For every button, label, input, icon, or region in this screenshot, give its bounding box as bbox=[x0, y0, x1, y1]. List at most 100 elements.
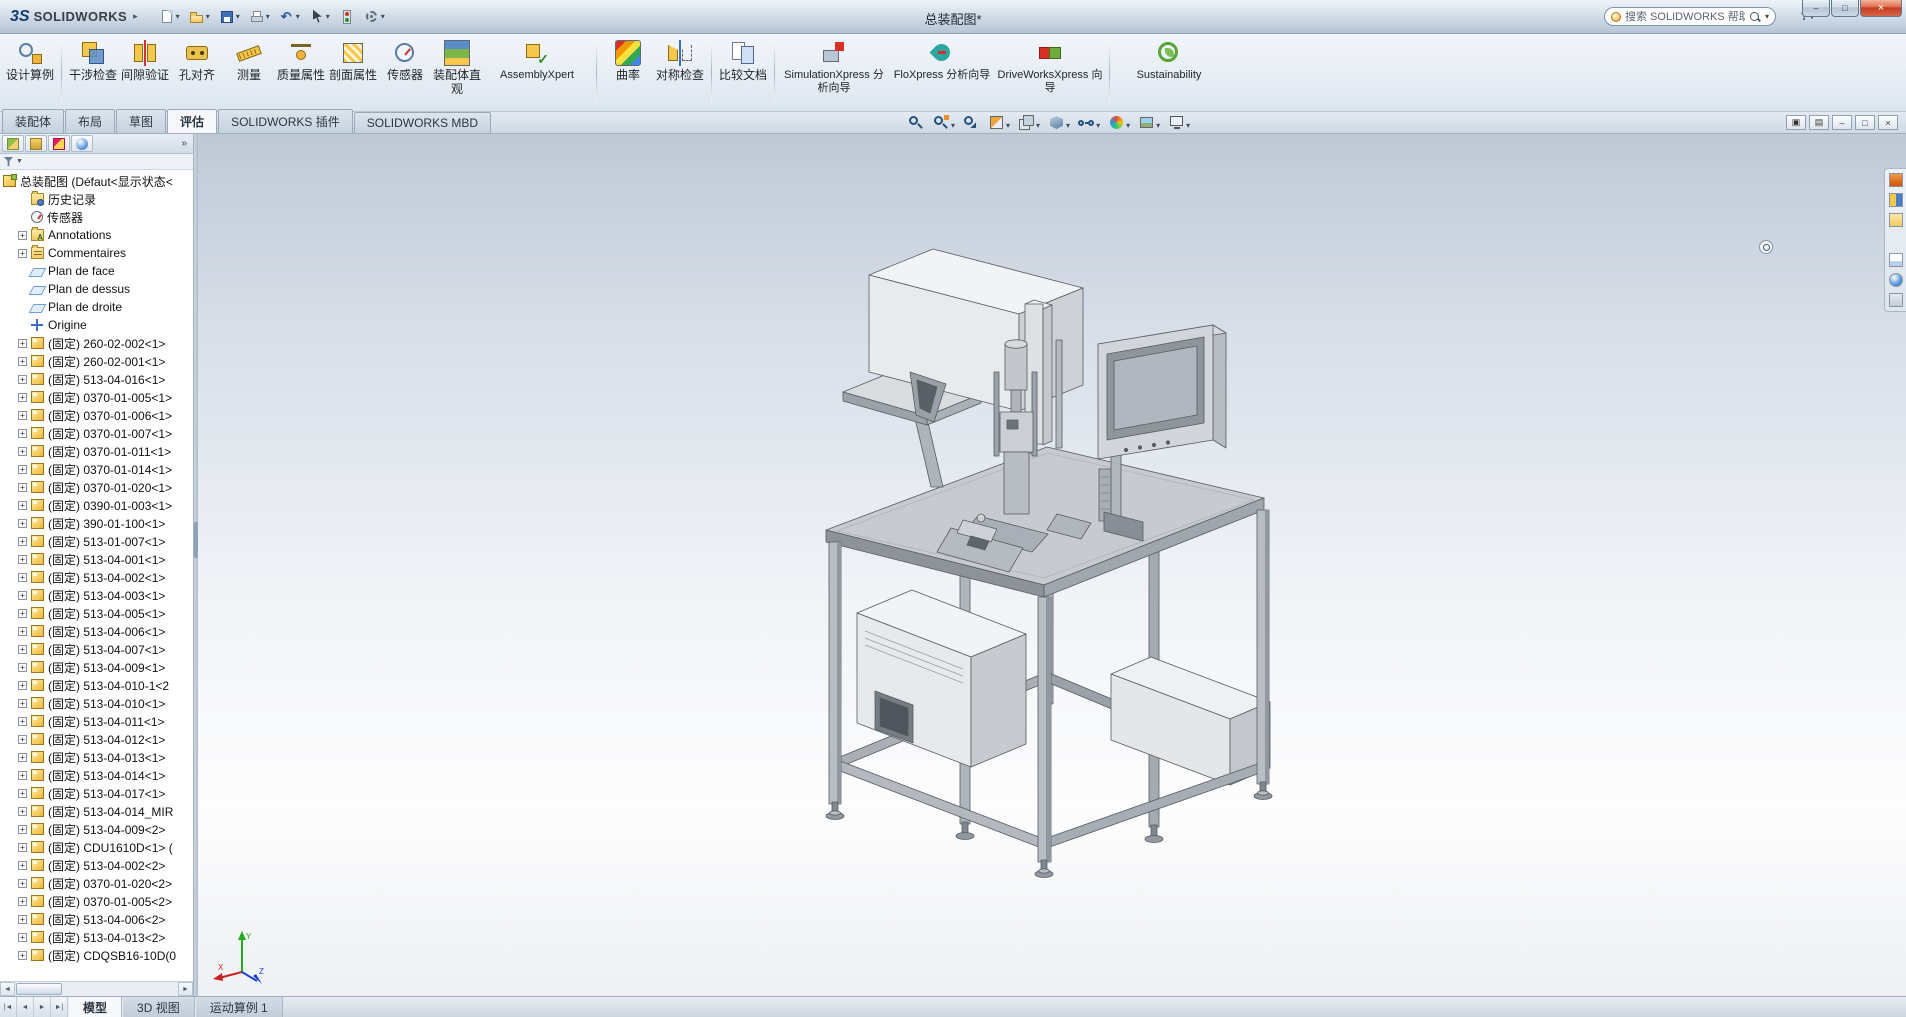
dropdown-caret-icon[interactable]: ▾ bbox=[326, 12, 330, 21]
expand-toggle[interactable]: + bbox=[18, 843, 27, 852]
ribbon-item[interactable] bbox=[596, 42, 597, 103]
feature-tree-item[interactable]: + (固定) 260-02-001<1> bbox=[0, 352, 193, 370]
expand-toggle[interactable]: + bbox=[18, 339, 27, 348]
feature-tree-item[interactable]: + (固定) 513-04-002<1> bbox=[0, 568, 193, 586]
expand-toggle[interactable]: + bbox=[18, 879, 27, 888]
expand-toggle[interactable]: + bbox=[18, 537, 27, 546]
model-tab[interactable]: 模型 bbox=[68, 997, 122, 1017]
feature-tree-item[interactable]: + (固定) 260-02-002<1> bbox=[0, 334, 193, 352]
model-tab[interactable]: 3D 视图 bbox=[122, 997, 195, 1017]
tree-horizontal-scrollbar[interactable]: ◄ ► bbox=[0, 981, 193, 996]
feature-tree-item[interactable]: + (固定) 513-04-012<1> bbox=[0, 730, 193, 748]
ribbon-item[interactable]: 曲率 bbox=[602, 36, 654, 109]
tab-scroll-button[interactable]: ► bbox=[34, 997, 51, 1017]
minimize-button[interactable]: – bbox=[1802, 0, 1830, 17]
tab-scroll-button[interactable]: ►| bbox=[51, 997, 68, 1017]
feature-tree-item[interactable]: + (固定) 513-01-007<1> bbox=[0, 532, 193, 550]
view-tool-button[interactable]: ▾ bbox=[1105, 114, 1133, 131]
expand-toggle[interactable]: + bbox=[18, 789, 27, 798]
document-window-button[interactable]: × bbox=[1878, 115, 1898, 130]
feature-tree-item[interactable]: + (固定) 0370-01-005<2> bbox=[0, 892, 193, 910]
command-tab[interactable]: 草图 bbox=[116, 109, 166, 133]
task-pane-tab[interactable] bbox=[1889, 193, 1903, 207]
feature-tree-item[interactable]: + Annotations bbox=[0, 226, 193, 244]
dropdown-caret-icon[interactable]: ▾ bbox=[951, 121, 955, 130]
ribbon-item[interactable] bbox=[774, 42, 775, 103]
dropdown-caret-icon[interactable]: ▾ bbox=[1006, 121, 1010, 130]
expand-toggle[interactable]: + bbox=[18, 411, 27, 420]
ribbon-item[interactable]: 测量 bbox=[223, 36, 275, 109]
view-tool-button[interactable]: ▾ bbox=[985, 114, 1013, 131]
toolbar-button[interactable]: ▾ bbox=[216, 7, 243, 27]
scroll-right-icon[interactable]: ► bbox=[178, 982, 193, 996]
command-tab[interactable]: SOLIDWORKS MBD bbox=[354, 112, 491, 133]
ribbon-item[interactable]: 干涉检查 bbox=[67, 36, 119, 109]
view-tool-button[interactable]: ▾ bbox=[1045, 114, 1073, 131]
search-box[interactable]: ▾ bbox=[1604, 7, 1776, 26]
panel-overflow-chevron[interactable]: » bbox=[181, 138, 191, 149]
feature-tree-item[interactable]: + (固定) 513-04-017<1> bbox=[0, 784, 193, 802]
dropdown-caret-icon[interactable]: ▾ bbox=[296, 12, 300, 21]
expand-toggle[interactable]: + bbox=[18, 483, 27, 492]
expand-toggle[interactable]: + bbox=[18, 717, 27, 726]
feature-tree-item[interactable]: + (固定) 0370-01-020<1> bbox=[0, 478, 193, 496]
expand-toggle[interactable]: + bbox=[18, 519, 27, 528]
expand-toggle[interactable]: + bbox=[18, 447, 27, 456]
expand-toggle[interactable]: + bbox=[18, 681, 27, 690]
dropdown-caret-icon[interactable]: ▾ bbox=[1186, 121, 1190, 130]
view-tool-button[interactable]: ▾ bbox=[1165, 114, 1193, 131]
toolbar-button[interactable]: ▾ bbox=[156, 7, 183, 27]
view-tool-button[interactable]: ▾ bbox=[1015, 114, 1043, 131]
command-tab[interactable]: 评估 bbox=[167, 109, 217, 133]
expand-toggle[interactable]: + bbox=[18, 249, 27, 258]
search-options-caret-icon[interactable]: ▾ bbox=[1765, 12, 1769, 21]
expand-toggle[interactable]: + bbox=[18, 627, 27, 636]
view-tool-button[interactable]: ▾ bbox=[1135, 114, 1163, 131]
expand-toggle[interactable]: + bbox=[18, 645, 27, 654]
expand-toggle[interactable]: + bbox=[18, 933, 27, 942]
panel-tab[interactable] bbox=[71, 135, 93, 152]
feature-tree-item[interactable]: 传感器 bbox=[0, 208, 193, 226]
feature-tree-item[interactable]: 总装配图 (Défaut<显示状态< bbox=[0, 172, 193, 190]
expand-toggle[interactable]: + bbox=[18, 771, 27, 780]
feature-tree-item[interactable]: Plan de face bbox=[0, 262, 193, 280]
search-input[interactable] bbox=[1625, 11, 1745, 23]
feature-tree-item[interactable]: + (固定) 513-04-009<2> bbox=[0, 820, 193, 838]
command-tab[interactable]: SOLIDWORKS 插件 bbox=[218, 109, 353, 133]
ribbon-item[interactable] bbox=[61, 42, 62, 103]
ribbon-item[interactable]: 质量属性 bbox=[275, 36, 327, 109]
expand-toggle[interactable]: + bbox=[18, 465, 27, 474]
feature-tree-item[interactable]: + (固定) 513-04-014<1> bbox=[0, 766, 193, 784]
panel-tab[interactable] bbox=[2, 135, 24, 152]
toolbar-button[interactable] bbox=[336, 7, 358, 27]
close-button[interactable]: × bbox=[1860, 0, 1902, 17]
dropdown-caret-icon[interactable]: ▾ bbox=[236, 12, 240, 21]
expand-toggle[interactable]: + bbox=[18, 231, 27, 240]
feature-tree-item[interactable]: + (固定) 513-04-016<1> bbox=[0, 370, 193, 388]
feature-tree-item[interactable]: + (固定) CDU1610D<1> ( bbox=[0, 838, 193, 856]
expand-toggle[interactable]: + bbox=[18, 753, 27, 762]
feature-tree-item[interactable]: + Commentaires bbox=[0, 244, 193, 262]
feature-tree-item[interactable]: 历史记录 bbox=[0, 190, 193, 208]
graphics-area[interactable]: X Y Z bbox=[198, 134, 1906, 996]
command-tab[interactable]: 装配体 bbox=[2, 109, 64, 133]
document-window-button[interactable]: – bbox=[1832, 115, 1852, 130]
feature-tree-item[interactable]: + (固定) 0370-01-014<1> bbox=[0, 460, 193, 478]
view-tool-button[interactable]: ▾ bbox=[1075, 114, 1103, 131]
filter-icon[interactable] bbox=[4, 157, 13, 166]
feature-tree-item[interactable]: Origine bbox=[0, 316, 193, 334]
dropdown-caret-icon[interactable]: ▾ bbox=[1036, 121, 1040, 130]
ribbon-item[interactable]: Sustainability bbox=[1115, 36, 1223, 109]
dropdown-caret-icon[interactable]: ▾ bbox=[206, 12, 210, 21]
task-pane-tab[interactable] bbox=[1889, 233, 1903, 247]
view-tool-button[interactable] bbox=[960, 114, 983, 131]
expand-toggle[interactable]: + bbox=[18, 501, 27, 510]
ribbon-item[interactable] bbox=[711, 42, 712, 103]
expand-toggle[interactable]: + bbox=[18, 663, 27, 672]
task-pane-tab[interactable] bbox=[1889, 273, 1903, 287]
feature-tree-item[interactable]: Plan de droite bbox=[0, 298, 193, 316]
toolbar-button[interactable]: ▾ bbox=[246, 7, 273, 27]
feature-tree-item[interactable]: + (固定) 0370-01-006<1> bbox=[0, 406, 193, 424]
feature-tree-item[interactable]: + (固定) CDQSB16-10D(0 bbox=[0, 946, 193, 964]
command-tab[interactable]: 布局 bbox=[65, 109, 115, 133]
